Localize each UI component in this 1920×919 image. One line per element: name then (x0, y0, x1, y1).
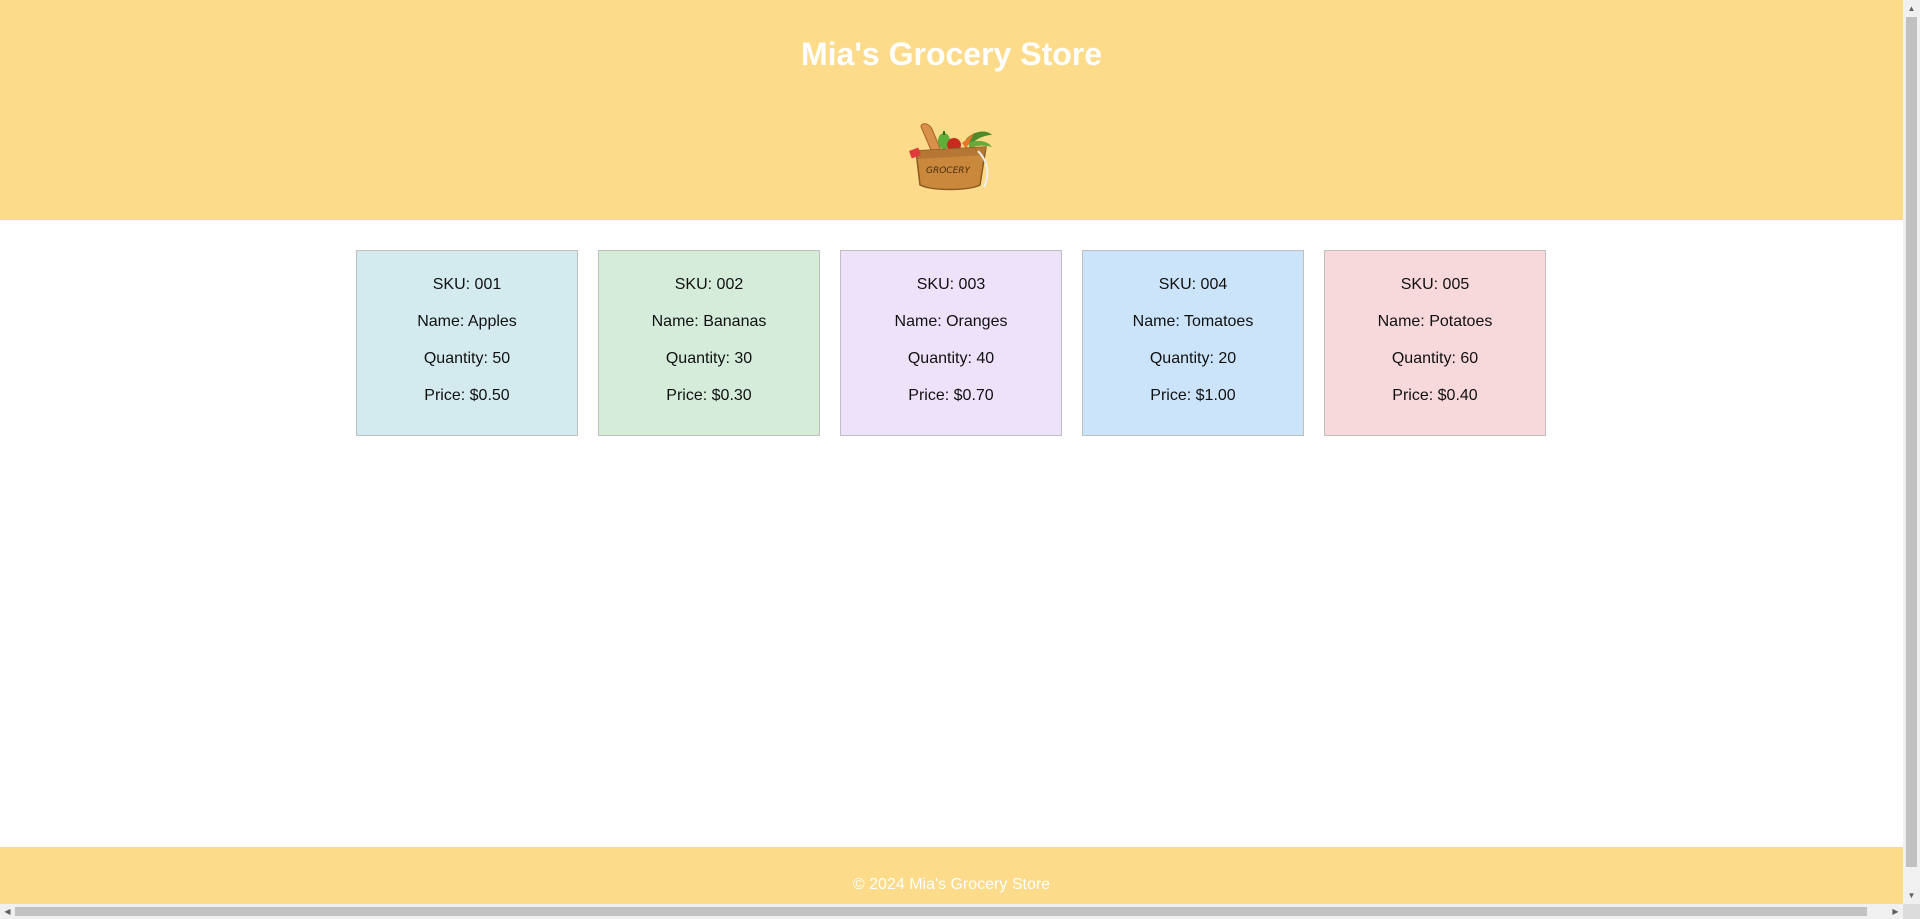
horizontal-scrollbar[interactable]: ◀ ▶ (0, 904, 1903, 919)
scroll-up-arrow-icon[interactable]: ▲ (1903, 0, 1920, 17)
scroll-right-arrow-icon[interactable]: ▶ (1888, 904, 1903, 919)
product-name: Name: Tomatoes (1132, 313, 1254, 330)
scroll-down-arrow-icon[interactable]: ▼ (1903, 887, 1920, 904)
product-card: SKU: 005 Name: Potatoes Quantity: 60 Price:… (1324, 250, 1546, 436)
scroll-left-arrow-icon[interactable]: ◀ (0, 904, 15, 919)
vertical-scroll-thumb[interactable] (1906, 17, 1917, 867)
product-price: Price: $0.30 (666, 387, 752, 404)
product-price: Price: $0.70 (908, 387, 994, 404)
product-card: SKU: 002 Name: Bananas Quantity: 30 Price: … (598, 250, 820, 436)
product-price: Price: $0.40 (1392, 387, 1478, 404)
product-quantity: Quantity: 30 (665, 350, 753, 367)
product-quantity: Quantity: 40 (907, 350, 995, 367)
horizontal-scroll-thumb[interactable] (15, 907, 1867, 916)
product-quantity: Quantity: 50 (423, 350, 511, 367)
footer-copyright: © 2024 Mia's Grocery Store (852, 876, 1051, 893)
product-list: SKU: 001 Name: Apples Quantity: 50 Price: $… (356, 250, 1546, 436)
site-header: Mia's Grocery Store GROCERY (0, 0, 1903, 220)
product-card: SKU: 004 Name: Tomatoes Quantity: 20 Price:… (1082, 250, 1304, 436)
grocery-bag-icon: GROCERY (909, 123, 992, 191)
product-name: Name: Apples (417, 313, 517, 330)
product-quantity: Quantity: 60 (1391, 350, 1479, 367)
site-footer: © 2024 Mia's Grocery Store (0, 847, 1903, 904)
product-name: Name: Oranges (894, 313, 1008, 330)
product-sku: SKU: 001 (432, 276, 502, 293)
product-sku: SKU: 005 (1400, 276, 1470, 293)
product-sku: SKU: 003 (916, 276, 986, 293)
product-sku: SKU: 004 (1158, 276, 1228, 293)
product-price: Price: $1.00 (1150, 387, 1236, 404)
logo-text: GROCERY (926, 166, 972, 176)
scrollbar-corner (1903, 904, 1920, 919)
product-card: SKU: 003 Name: Oranges Quantity: 40 Price: … (840, 250, 1062, 436)
product-sku: SKU: 002 (674, 276, 744, 293)
product-name: Name: Potatoes (1377, 313, 1493, 330)
product-card: SKU: 001 Name: Apples Quantity: 50 Price: $… (356, 250, 578, 436)
product-price: Price: $0.50 (424, 387, 510, 404)
vertical-scrollbar[interactable]: ▲ ▼ (1903, 0, 1920, 904)
product-quantity: Quantity: 20 (1149, 350, 1237, 367)
product-name: Name: Bananas (651, 313, 767, 330)
page: Mia's Grocery Store GROCERY SKU: 001 Name… (0, 0, 1903, 904)
page-title: Mia's Grocery Store (800, 36, 1103, 72)
